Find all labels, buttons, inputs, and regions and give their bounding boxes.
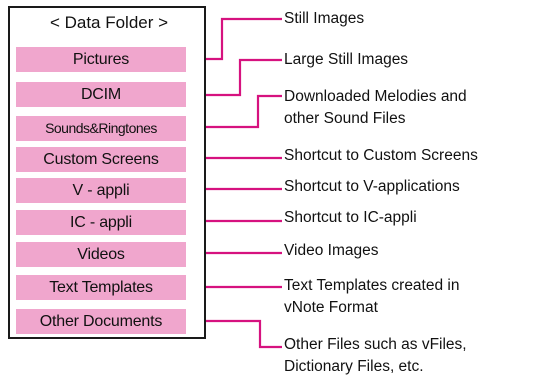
data-folder-diagram: < Data Folder > Pictures DCIM Sounds&Rin… bbox=[0, 0, 540, 380]
description-line: Text Templates created in bbox=[284, 277, 460, 294]
description-line: vNote Format bbox=[284, 299, 378, 316]
description-other-documents: Other Files such as vFiles, Dictionary F… bbox=[284, 334, 467, 378]
description-custom-screens: Shortcut to Custom Screens bbox=[284, 145, 478, 167]
folder-pictures: Pictures bbox=[16, 47, 186, 72]
description-line: Large Still Images bbox=[284, 51, 409, 68]
folder-v-appli: V - appli bbox=[16, 178, 186, 203]
description-v-appli: Shortcut to V-applications bbox=[284, 176, 460, 198]
description-pictures: Still Images bbox=[284, 8, 364, 30]
description-line: Still Images bbox=[284, 10, 365, 27]
folder-dcim: DCIM bbox=[16, 82, 186, 107]
description-videos: Video Images bbox=[284, 240, 379, 262]
description-text-templates: Text Templates created in vNote Format bbox=[284, 275, 459, 319]
description-line: Video Images bbox=[284, 242, 379, 259]
description-line: Downloaded Melodies and bbox=[284, 88, 467, 105]
folder-sounds-ringtones: Sounds&Ringtones bbox=[16, 116, 186, 141]
panel-title: < Data Folder > bbox=[49, 13, 169, 32]
description-line: Other Files such as vFiles, bbox=[284, 336, 467, 353]
description-line: Shortcut to V-applications bbox=[284, 178, 460, 195]
description-sounds-ringtones: Downloaded Melodies and other Sound File… bbox=[284, 86, 467, 130]
folder-ic-appli: IC - appli bbox=[16, 210, 186, 235]
description-line: Dictionary Files, etc. bbox=[284, 358, 424, 375]
description-line: Shortcut to Custom Screens bbox=[284, 147, 478, 164]
description-ic-appli: Shortcut to IC-appli bbox=[284, 207, 417, 229]
folder-custom-screens: Custom Screens bbox=[16, 147, 186, 172]
folder-text-templates: Text Templates bbox=[16, 275, 186, 300]
description-line: Shortcut to IC-appli bbox=[284, 209, 417, 226]
description-dcim: Large Still Images bbox=[284, 49, 408, 71]
folder-other-documents: Other Documents bbox=[16, 309, 186, 334]
description-line: other Sound Files bbox=[284, 110, 406, 127]
folder-videos: Videos bbox=[16, 242, 186, 267]
